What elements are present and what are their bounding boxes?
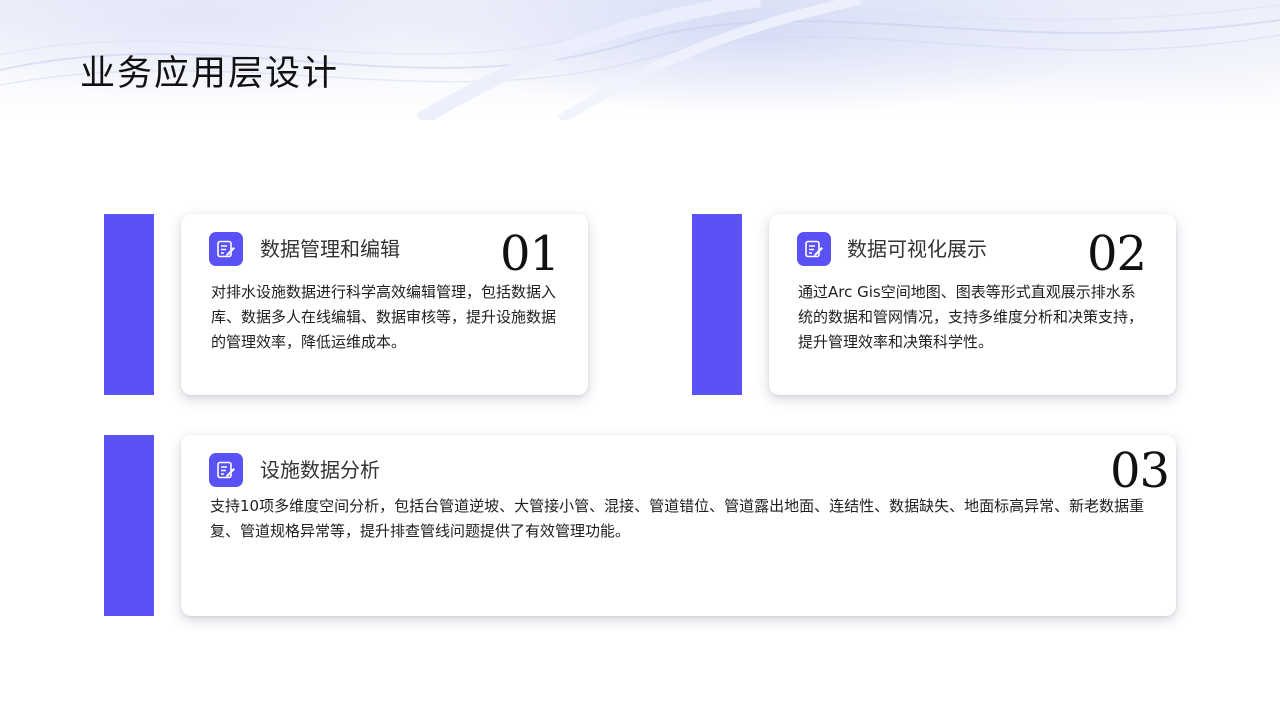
feature-card-2: 数据可视化展示 02 通过Arc Gis空间地图、图表等形式直观展示排水系统的数…: [769, 214, 1176, 395]
edit-note-icon: [797, 232, 831, 266]
card-description: 通过Arc Gis空间地图、图表等形式直观展示排水系统的数据和管网情况，支持多维…: [798, 283, 1144, 351]
edit-note-icon: [209, 453, 243, 487]
feature-card-1: 数据管理和编辑 01 对排水设施数据进行科学高效编辑管理，包括数据入库、数据多人…: [181, 214, 588, 395]
card-number: 03: [1110, 443, 1170, 499]
page-title: 业务应用层设计: [80, 54, 340, 94]
edit-note-icon: [209, 232, 243, 266]
card-number: 01: [500, 226, 560, 282]
accent-bar-3: [104, 435, 154, 616]
accent-bar-2: [692, 214, 742, 395]
accent-bar-1: [104, 214, 154, 395]
card-description: 对排水设施数据进行科学高效编辑管理，包括数据入库、数据多人在线编辑、数据审核等，…: [211, 283, 557, 351]
card-title: 数据可视化展示: [847, 237, 987, 261]
card-title: 设施数据分析: [260, 458, 380, 482]
card-description: 支持10项多维度空间分析，包括台管道逆坡、大管接小管、混接、管道错位、管道露出地…: [210, 497, 1145, 540]
feature-card-3: 设施数据分析 03 支持10项多维度空间分析，包括台管道逆坡、大管接小管、混接、…: [181, 435, 1176, 616]
card-title: 数据管理和编辑: [260, 237, 400, 261]
card-number: 02: [1087, 226, 1147, 282]
